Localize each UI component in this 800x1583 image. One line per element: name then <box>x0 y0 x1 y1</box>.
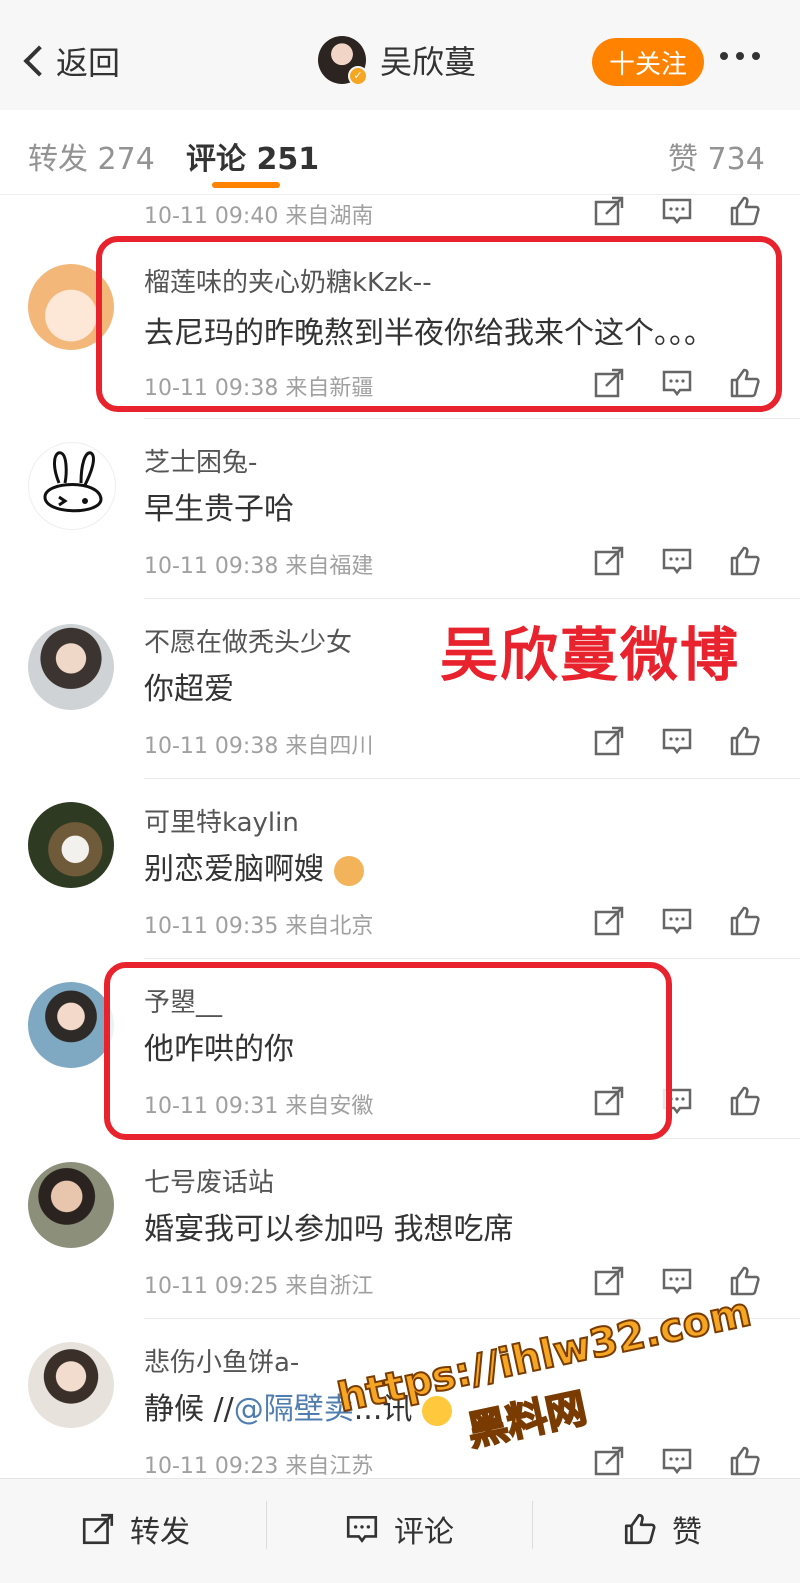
verified-badge-icon: ✓ <box>348 66 368 86</box>
divider <box>144 958 800 959</box>
bottom-repost-label: 转发 <box>130 1515 190 1550</box>
top-nav-bar: 返回 ✓ 吴欣蔓 十关注 <box>0 0 800 110</box>
avatar[interactable] <box>28 442 116 530</box>
comment-actions <box>592 544 772 584</box>
comment-username[interactable]: 悲伤小鱼饼a- <box>144 1342 299 1379</box>
comment-icon[interactable] <box>660 904 700 944</box>
comment-meta: 10-11 09:35 来自北京 <box>144 914 374 939</box>
back-label: 返回 <box>56 44 121 82</box>
divider <box>144 418 800 419</box>
comment-actions <box>592 724 772 764</box>
comment-icon[interactable] <box>660 1264 700 1304</box>
comment-meta: 10-11 09:40 来自湖南 <box>144 204 374 229</box>
comment-username[interactable]: 可里特kaylin <box>144 802 299 839</box>
comment-text: 你超爱 <box>144 672 234 707</box>
divider <box>144 778 800 779</box>
avatar[interactable] <box>28 1342 114 1428</box>
comment-username[interactable]: 不愿在做秃头少女 <box>144 622 352 659</box>
bunny-icon <box>43 451 103 513</box>
avatar[interactable] <box>28 982 114 1068</box>
back-button[interactable]: 返回 <box>22 38 120 84</box>
comment-icon <box>346 1516 378 1543</box>
tab-comment[interactable]: 评论 251 <box>186 134 319 178</box>
comment-meta: 10-11 09:31 来自安徽 <box>144 1094 374 1119</box>
tab-bar: 转发 274 评论 251 赞 734 <box>0 110 800 195</box>
mention-link[interactable]: @隔壁卖 <box>234 1392 354 1427</box>
like-icon[interactable] <box>728 1084 768 1124</box>
comment-icon[interactable] <box>660 544 700 584</box>
repost-icon[interactable] <box>592 1084 626 1118</box>
page-title: 吴欣蔓 <box>380 43 477 81</box>
like-icon[interactable] <box>728 194 768 234</box>
bottom-comment-label: 评论 <box>394 1515 454 1550</box>
avatar: ✓ <box>318 36 368 86</box>
repost-icon[interactable] <box>592 194 632 234</box>
comment-meta: 10-11 09:25 来自浙江 <box>144 1274 374 1299</box>
comment-username: 予曌__ <box>144 988 223 1018</box>
bottom-comment-button[interactable]: 评论 <box>344 1507 454 1551</box>
like-icon[interactable] <box>728 544 768 584</box>
comment-text-body: 别恋爱脑啊嫂 <box>144 852 324 887</box>
like-icon[interactable] <box>728 904 768 944</box>
comment-meta: 10-11 09:38 来自福建 <box>144 554 374 579</box>
more-options-icon[interactable] <box>720 52 760 60</box>
comment-actions <box>592 194 772 234</box>
comment-icon[interactable] <box>660 194 700 234</box>
repost-icon[interactable] <box>592 904 632 944</box>
repost-icon[interactable] <box>592 724 632 764</box>
comment-text: 婚宴我可以参加吗 我想吃席 <box>144 1212 514 1247</box>
avatar[interactable] <box>28 624 114 710</box>
comment-icon[interactable] <box>660 724 700 764</box>
repost-icon[interactable] <box>592 1264 632 1304</box>
doge-emoji-icon <box>333 855 364 886</box>
divider <box>144 598 800 599</box>
comment-text: 别恋爱脑啊嫂 <box>144 844 364 888</box>
comment-meta: 10-11 09:38 来自四川 <box>144 734 374 759</box>
bottom-like-button[interactable]: 赞 <box>622 1507 702 1551</box>
comment-username[interactable]: 芝士困兔- <box>144 442 257 479</box>
overlay-title: 吴欣蔓微博 <box>440 621 741 689</box>
repost-icon <box>82 1513 114 1545</box>
tab-like[interactable]: 赞 734 <box>668 134 765 178</box>
divider <box>532 1501 533 1549</box>
like-icon[interactable] <box>728 724 768 764</box>
chevron-left-icon <box>23 45 55 77</box>
comment-text: 早生贵子哈 <box>144 492 294 527</box>
highlight-box <box>96 236 782 412</box>
repost-icon[interactable] <box>592 544 632 584</box>
bottom-action-bar: 转发 评论 赞 <box>0 1478 800 1583</box>
divider <box>266 1501 267 1549</box>
comment-meta: 10-11 09:23 来自江苏 <box>144 1454 374 1479</box>
comment-text-prefix: 静候 // <box>144 1392 234 1427</box>
follow-button[interactable]: 十关注 <box>592 38 704 86</box>
avatar[interactable] <box>28 1162 114 1248</box>
tab-repost[interactable]: 转发 274 <box>28 134 155 178</box>
comment-actions <box>592 904 772 944</box>
comment-text: 他咋哄的你 <box>144 1032 294 1067</box>
avatar[interactable] <box>28 802 114 888</box>
highlight-box: 予曌__ 他咋哄的你 10-11 09:31 来自安徽 <box>104 962 672 1140</box>
comment-username[interactable]: 七号废话站 <box>144 1162 274 1199</box>
bottom-like-label: 赞 <box>672 1515 702 1550</box>
bottom-repost-button[interactable]: 转发 <box>80 1507 190 1551</box>
tab-active-indicator <box>212 182 280 188</box>
like-icon <box>624 1513 656 1545</box>
profile-title[interactable]: ✓ 吴欣蔓 <box>318 36 477 86</box>
